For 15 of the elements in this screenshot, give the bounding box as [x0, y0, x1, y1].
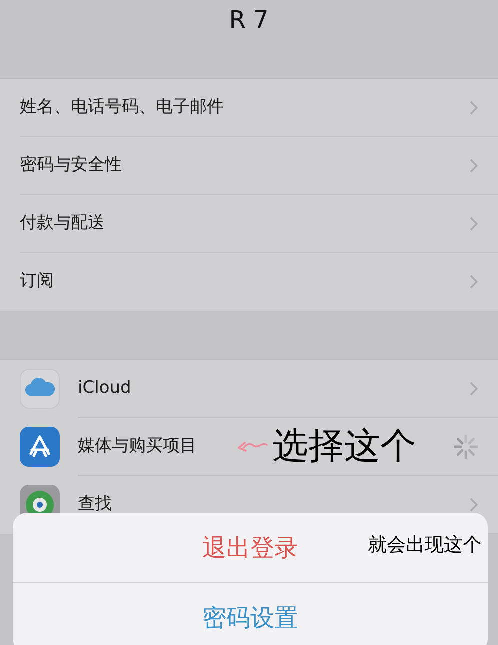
cloud-icon	[20, 369, 60, 409]
annotation-text: 选择这个	[272, 428, 416, 464]
chevron-icon	[470, 100, 478, 114]
settings-row[interactable]: iCloud	[78, 360, 498, 418]
settings-row[interactable]: 媒体与购买项目 选择这个	[78, 418, 498, 476]
chevron-icon	[470, 158, 478, 172]
app-store-icon	[20, 427, 60, 467]
settings-row[interactable]: 订阅	[20, 253, 498, 311]
account-name: R 7	[229, 5, 269, 36]
annotation-text: 就会出现这个	[368, 533, 482, 558]
settings-row[interactable]: 姓名、电话号码、电子邮件	[20, 79, 498, 137]
chevron-icon	[470, 275, 478, 289]
settings-row[interactable]: 付款与配送	[20, 195, 498, 253]
settings-row[interactable]: 密码与安全性	[20, 137, 498, 195]
chevron-icon	[470, 216, 478, 230]
